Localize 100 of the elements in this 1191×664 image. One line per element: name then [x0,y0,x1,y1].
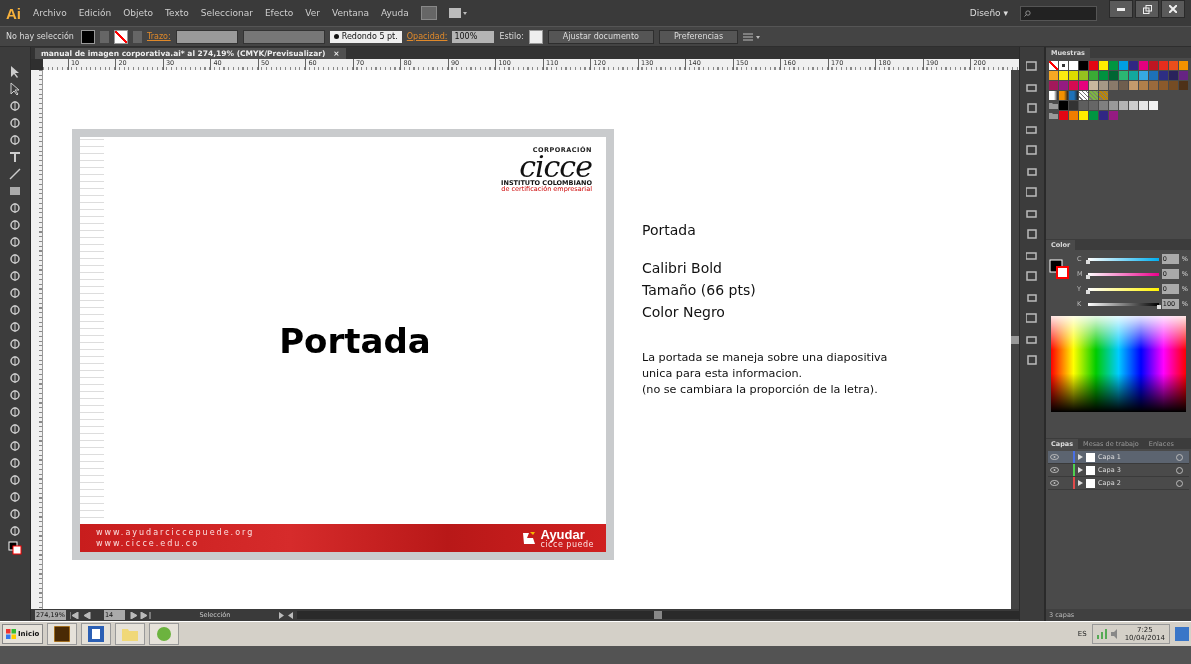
color-swatch[interactable] [1129,71,1138,80]
workspace-switcher[interactable]: Diseño ▾ [969,8,1008,18]
menu-item[interactable]: Archivo [33,8,67,18]
color-swatch[interactable] [1079,71,1088,80]
opacity-field[interactable]: 100% [452,30,495,43]
color-swatch[interactable] [1099,111,1108,120]
menu-item[interactable]: Seleccionar [200,8,253,18]
fill-swatch[interactable] [81,29,95,44]
color-spectrum[interactable] [1051,316,1186,412]
gradient-swatch[interactable] [1069,91,1078,100]
fill-stroke-icon[interactable] [7,541,22,555]
color-swatch[interactable] [1149,61,1158,70]
color-swatch[interactable] [1129,81,1138,90]
arrange-icon[interactable] [448,7,467,19]
color-swatch[interactable] [1089,111,1098,120]
tool-icon[interactable] [7,320,22,334]
pattern-swatch[interactable] [1079,91,1088,100]
panel-icon[interactable] [1026,166,1038,178]
panel-icon[interactable] [1026,271,1038,283]
color-swatch[interactable] [1089,71,1098,80]
close-button[interactable] [1161,0,1185,18]
channel-slider[interactable] [1088,287,1159,291]
opacity-label[interactable]: Opacidad: [406,32,448,41]
menu-item[interactable]: Edición [78,8,112,18]
tool-icon[interactable] [7,116,22,130]
color-swatch[interactable] [1109,81,1118,90]
color-swatch[interactable] [1109,111,1118,120]
tool-icon[interactable] [7,422,22,436]
expand-icon[interactable] [1078,467,1083,473]
panel-icon[interactable] [1026,250,1038,262]
color-swatch[interactable] [1169,71,1178,80]
color-swatch[interactable] [1149,71,1158,80]
color-swatch[interactable] [1059,81,1068,90]
registration-swatch[interactable] [1059,61,1068,70]
restore-button[interactable] [1135,0,1159,18]
menu-item[interactable]: Ventana [332,8,369,18]
channel-slider[interactable] [1088,272,1159,276]
vertical-scrollbar[interactable] [1011,70,1020,609]
tool-icon[interactable] [7,167,22,181]
color-swatch[interactable] [1179,81,1188,90]
color-swatch[interactable] [1119,81,1128,90]
color-swatch[interactable] [1099,81,1108,90]
tool-icon[interactable] [7,337,22,351]
color-swatch[interactable] [1129,101,1138,110]
tool-icon[interactable] [7,439,22,453]
color-swatch[interactable] [1139,71,1148,80]
color-swatch[interactable] [1079,101,1088,110]
toolbar-button[interactable]: Preferencias [658,29,739,44]
color-swatch[interactable] [1179,61,1188,70]
panel-icon[interactable] [1026,355,1038,367]
tool-icon[interactable] [7,99,22,113]
color-swatch[interactable] [1129,61,1138,70]
channel-slider[interactable] [1088,302,1159,306]
panel-icon[interactable] [1026,61,1038,73]
panel-icon[interactable] [1026,187,1038,199]
stroke-label[interactable]: Trazo: [147,32,171,41]
color-swatch[interactable] [1049,81,1058,90]
color-swatch[interactable] [1089,101,1098,110]
panel-icon[interactable] [1026,313,1038,325]
menu-item[interactable]: Objeto [123,8,154,18]
color-swatch[interactable] [1059,101,1068,110]
color-swatch[interactable] [1149,81,1158,90]
channel-slider[interactable] [1088,257,1159,261]
tool-icon[interactable] [7,354,22,368]
color-swatch[interactable] [1169,61,1178,70]
menu-item[interactable]: Ver [305,8,321,18]
tool-icon[interactable] [7,473,22,487]
panel-icon[interactable] [1026,103,1038,115]
none-swatch[interactable] [1049,61,1058,70]
panel-icon[interactable] [1026,124,1038,136]
color-swatch[interactable] [1059,71,1068,80]
tool-icon[interactable] [7,524,22,538]
panel-icon[interactable] [1026,334,1038,346]
color-swatch[interactable] [1069,81,1078,90]
panel-icon[interactable] [1026,229,1038,241]
pattern-swatch[interactable] [1099,91,1108,100]
color-swatch[interactable] [1089,61,1098,70]
panel-icon[interactable] [1026,145,1038,157]
menu-item[interactable]: Efecto [264,8,294,18]
play-arrows-icon[interactable] [278,611,293,619]
color-swatch[interactable] [1119,101,1128,110]
color-swatch[interactable] [1059,111,1068,120]
color-swatch[interactable] [1149,101,1158,110]
color-swatch[interactable] [1099,101,1108,110]
color-swatch[interactable] [1079,61,1088,70]
color-swatch[interactable] [1109,101,1118,110]
stroke-swatch[interactable] [114,29,128,44]
pattern-swatch[interactable] [1089,91,1098,100]
network-icon[interactable] [1096,629,1107,639]
color-swatch[interactable] [1109,61,1118,70]
tool-icon[interactable] [7,388,22,402]
tool-icon[interactable] [7,218,22,232]
expand-icon[interactable] [1078,480,1083,486]
menu-item[interactable]: Texto [165,8,189,18]
tool-icon[interactable] [7,371,22,385]
tool-icon[interactable] [7,507,22,521]
color-swatch[interactable] [1099,61,1108,70]
color-swatch[interactable] [1079,81,1088,90]
color-swatch[interactable] [1169,81,1178,90]
minimize-button[interactable] [1109,0,1133,18]
